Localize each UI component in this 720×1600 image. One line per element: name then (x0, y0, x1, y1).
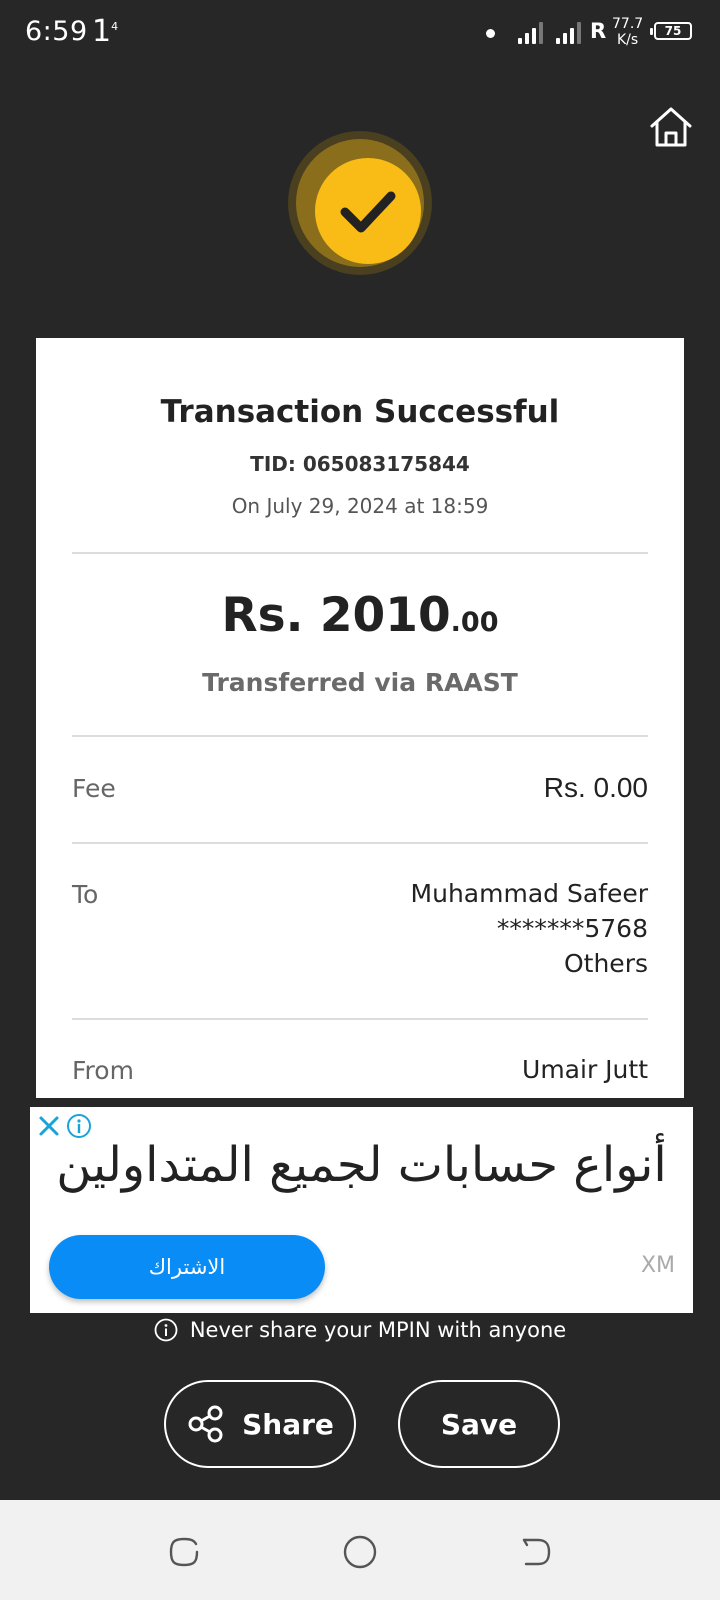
divider (72, 735, 648, 737)
recipient-name: Muhammad Safeer (410, 879, 648, 908)
network-speed-value: 77.7 (612, 16, 644, 32)
fee-value: Rs. 0.00 (543, 772, 648, 803)
ad-banner[interactable]: أنواع حسابات لجميع المتداولين الاشتراك X… (30, 1107, 693, 1313)
transaction-id: TID: 065083175844 (250, 452, 470, 476)
save-button-label: Save (440, 1407, 518, 1441)
ad-info-icon[interactable] (66, 1113, 92, 1139)
security-notice-text: Never share your MPIN with anyone (189, 1318, 567, 1342)
network-speed: 77.7 K/s (612, 16, 643, 48)
sender-name: Umair Jutt (522, 1055, 648, 1084)
from-label: From (72, 1056, 134, 1085)
transaction-status-title: Transaction Successful (160, 394, 560, 430)
status-time: 6:59 (25, 16, 88, 47)
recipient-account: *******5768 (496, 914, 648, 943)
amount-decimal: .00 (450, 607, 499, 638)
system-navigation-bar (0, 1500, 720, 1600)
recipient-details: Muhammad Safeer *******5768 Others (411, 876, 648, 981)
notification-dot-icon (486, 29, 495, 38)
transfer-method: Transferred via RAAST (202, 668, 518, 697)
share-button-label: Share (242, 1407, 334, 1441)
home-nav-icon[interactable] (342, 1534, 378, 1570)
ad-brand: XM (640, 1253, 675, 1278)
ad-close-icon[interactable] (36, 1113, 62, 1139)
ad-subscribe-button[interactable]: الاشتراك (49, 1235, 325, 1299)
transaction-amount: Rs. 2010.00 (36, 588, 684, 643)
back-icon[interactable] (518, 1534, 554, 1570)
divider (72, 1018, 648, 1020)
save-button[interactable]: Save (398, 1380, 560, 1468)
divider (72, 842, 648, 844)
network-speed-unit: K/s (616, 32, 639, 48)
roaming-indicator: R (590, 19, 607, 43)
divider (72, 552, 648, 554)
signal-icon-sim2 (556, 20, 581, 44)
receipt-card: Transaction Successful TID: 065083175844… (36, 338, 684, 1098)
info-icon (154, 1318, 178, 1342)
battery-level: 75 (664, 24, 682, 38)
battery-icon: 75 (650, 22, 692, 40)
checkmark-icon (340, 191, 396, 233)
ad-headline: أنواع حسابات لجميع المتداولين (56, 1137, 667, 1193)
home-icon[interactable] (648, 104, 694, 150)
to-label: To (72, 880, 99, 909)
transaction-date: On July 29, 2024 at 18:59 (231, 494, 489, 518)
recents-icon[interactable] (166, 1534, 202, 1570)
notification-count-value: 1 (92, 14, 112, 49)
success-badge (288, 131, 432, 275)
security-notice: Never share your MPIN with anyone (0, 1318, 720, 1342)
recipient-bank: Others (563, 949, 648, 978)
notification-count-sup: 4 (111, 20, 119, 33)
status-notification-count: 14 (92, 14, 118, 49)
fee-label: Fee (72, 774, 116, 803)
share-button[interactable]: Share (164, 1380, 356, 1468)
signal-icon-sim1 (518, 20, 543, 44)
status-bar: 6:59 14 R 77.7 K/s 75 (0, 0, 720, 70)
share-icon (188, 1405, 223, 1443)
amount-main: Rs. 2010 (221, 588, 451, 643)
